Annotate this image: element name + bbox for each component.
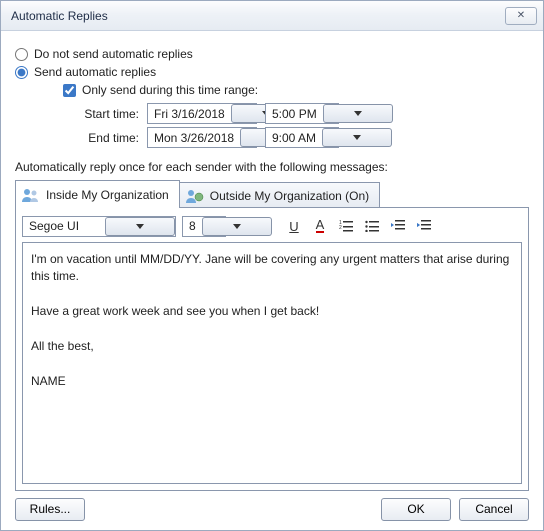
dialog-footer: Rules... OK Cancel	[1, 488, 543, 530]
dialog-body: Do not send automatic replies Send autom…	[1, 31, 543, 491]
only-send-label[interactable]: Only send during this time range:	[82, 83, 258, 97]
send-radio[interactable]	[15, 66, 28, 79]
increase-indent-button[interactable]	[414, 216, 434, 236]
dont-send-radio[interactable]	[15, 48, 28, 61]
end-time-value: 9:00 AM	[266, 131, 322, 145]
decrease-indent-button[interactable]	[388, 216, 408, 236]
dont-send-label[interactable]: Do not send automatic replies	[34, 47, 193, 61]
tab-inside-org[interactable]: Inside My Organization	[15, 180, 180, 208]
tab-inside-label: Inside My Organization	[46, 188, 169, 202]
font-color-icon: A	[316, 219, 325, 233]
font-size-value: 8	[183, 219, 202, 233]
time-range-group: Only send during this time range: Start …	[63, 83, 529, 148]
start-time-value: 5:00 PM	[266, 107, 323, 121]
tab-outside-org[interactable]: Outside My Organization (On)	[179, 182, 380, 208]
bullet-list-button[interactable]	[362, 216, 382, 236]
ok-label: OK	[407, 502, 424, 516]
people-icon	[22, 187, 40, 203]
underline-button[interactable]: U	[284, 216, 304, 236]
font-name-combo[interactable]: Segoe UI	[22, 216, 176, 237]
cancel-label: Cancel	[475, 502, 512, 516]
message-editor[interactable]: I'm on vacation until MM/DD/YY. Jane wil…	[22, 242, 522, 484]
only-send-checkbox[interactable]	[63, 84, 76, 97]
end-date-value: Mon 3/26/2018	[148, 131, 240, 145]
format-toolbar: Segoe UI 8 B I U A 1 2	[22, 214, 522, 238]
end-time-combo[interactable]: 9:00 AM	[265, 127, 339, 148]
numbered-list-icon: 1 2	[339, 220, 353, 232]
rules-label: Rules...	[30, 502, 71, 516]
start-time-combo[interactable]: 5:00 PM	[265, 103, 339, 124]
tab-panel: Segoe UI 8 B I U A 1 2	[15, 207, 529, 491]
indent-icon	[417, 220, 431, 232]
font-name-value: Segoe UI	[23, 219, 85, 233]
cancel-button[interactable]: Cancel	[459, 498, 529, 521]
people-globe-icon	[186, 188, 204, 204]
end-time-label: End time:	[63, 131, 147, 145]
outdent-icon	[391, 220, 405, 232]
start-date-value: Fri 3/16/2018	[148, 107, 231, 121]
automatic-replies-dialog: Automatic Replies ✕ Do not send automati…	[0, 0, 544, 531]
auto-reply-description: Automatically reply once for each sender…	[15, 160, 529, 174]
chevron-down-icon	[323, 104, 393, 123]
close-icon: ✕	[517, 10, 525, 21]
underline-icon: U	[289, 219, 298, 234]
titlebar: Automatic Replies ✕	[1, 1, 543, 31]
chevron-down-icon	[105, 217, 175, 236]
numbered-list-button[interactable]: 1 2	[336, 216, 356, 236]
tab-strip: Inside My Organization Outside My Organi…	[15, 180, 529, 208]
ok-button[interactable]: OK	[381, 498, 451, 521]
svg-text:2: 2	[339, 225, 342, 231]
bullet-list-icon	[365, 220, 379, 232]
start-time-label: Start time:	[63, 107, 147, 121]
tab-outside-label: Outside My Organization (On)	[210, 189, 369, 203]
font-size-combo[interactable]: 8	[182, 216, 226, 237]
end-date-combo[interactable]: Mon 3/26/2018	[147, 127, 257, 148]
send-label[interactable]: Send automatic replies	[34, 65, 156, 79]
start-date-combo[interactable]: Fri 3/16/2018	[147, 103, 257, 124]
chevron-down-icon	[202, 217, 272, 236]
rules-button[interactable]: Rules...	[15, 498, 85, 521]
chevron-down-icon	[322, 128, 392, 147]
font-color-button[interactable]: A	[310, 216, 330, 236]
window-title: Automatic Replies	[11, 9, 505, 23]
close-button[interactable]: ✕	[505, 7, 537, 25]
